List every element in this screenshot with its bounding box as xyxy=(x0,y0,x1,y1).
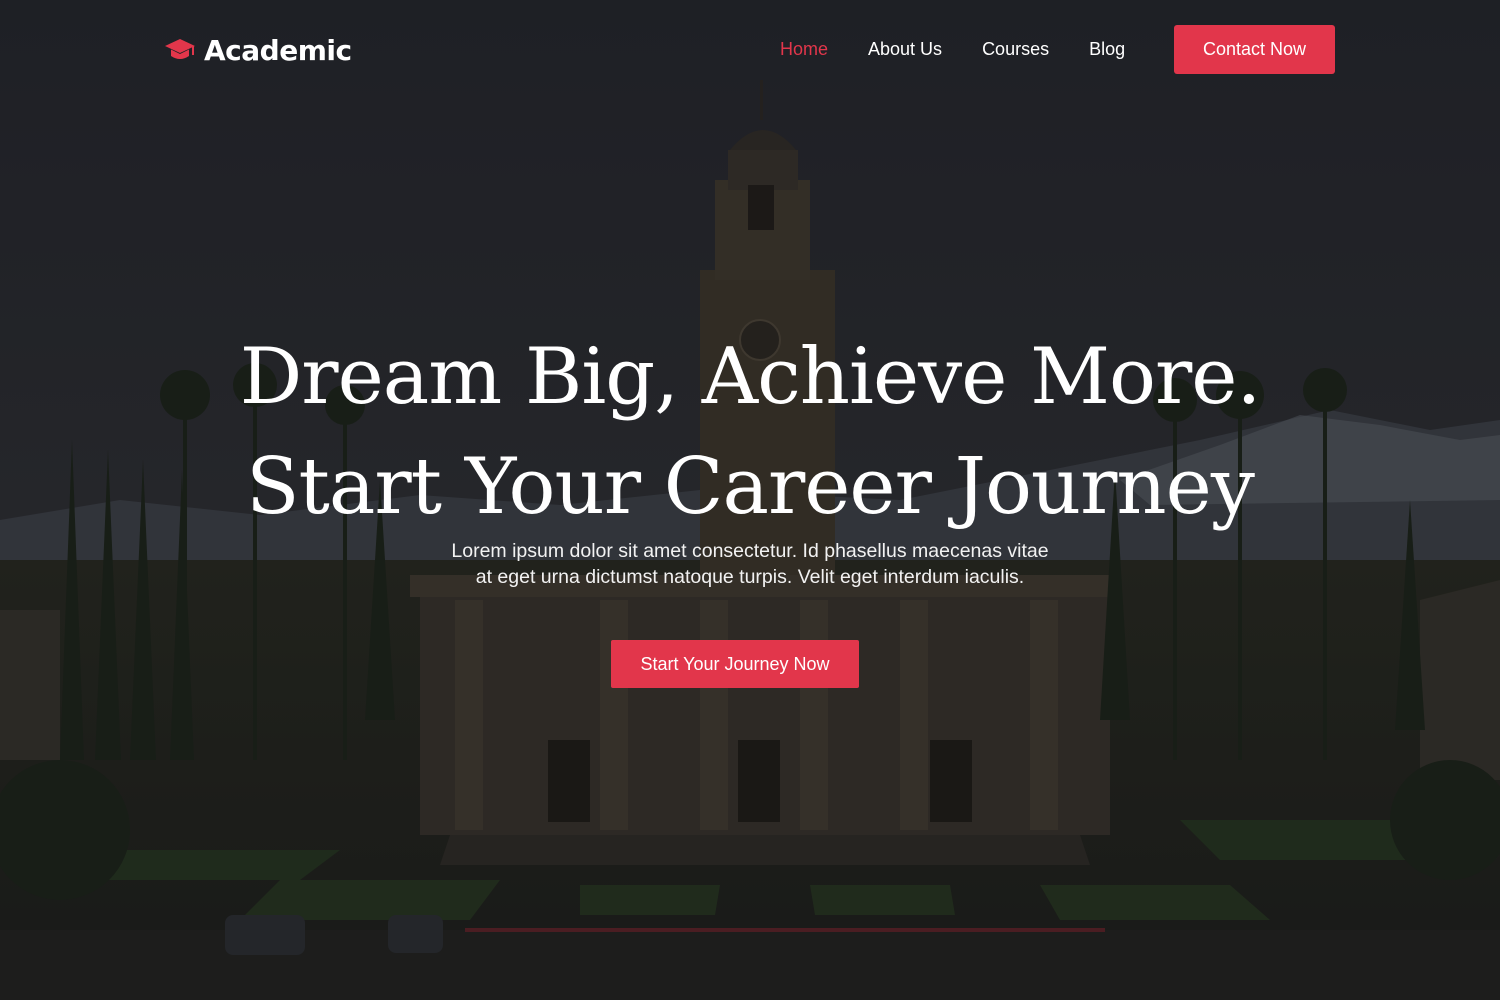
graduation-cap-icon xyxy=(165,39,195,59)
hero-subtext-line-2: at eget urna dictumst natoque turpis. Ve… xyxy=(475,566,1025,588)
hero-headline-line-1: Dream Big, Achieve More. xyxy=(239,332,1261,422)
brand-name: Academic xyxy=(204,33,352,67)
nav-item-home[interactable]: Home xyxy=(780,37,828,61)
brand-logo[interactable]: Academic xyxy=(164,33,352,67)
nav-item-blog[interactable]: Blog xyxy=(1089,37,1125,61)
main-menu: Home About Us Courses Blog xyxy=(780,37,1125,61)
top-navigation: Academic Home About Us Courses Blog Cont… xyxy=(0,0,1500,100)
hero-section: Academic Home About Us Courses Blog Cont… xyxy=(0,0,1500,1000)
hero-subtext-line-1: Lorem ipsum dolor sit amet consectetur. … xyxy=(451,540,1049,562)
hero-subtext: Lorem ipsum dolor sit amet consectetur. … xyxy=(400,538,1100,590)
contact-now-button[interactable]: Contact Now xyxy=(1174,25,1335,74)
nav-item-courses[interactable]: Courses xyxy=(982,37,1049,61)
start-journey-button[interactable]: Start Your Journey Now xyxy=(611,640,859,688)
nav-item-about-us[interactable]: About Us xyxy=(868,37,942,61)
hero-headline-line-2: Start Your Career Journey xyxy=(246,442,1255,532)
hero-headline: Dream Big, Achieve More. Start Your Care… xyxy=(0,322,1500,542)
